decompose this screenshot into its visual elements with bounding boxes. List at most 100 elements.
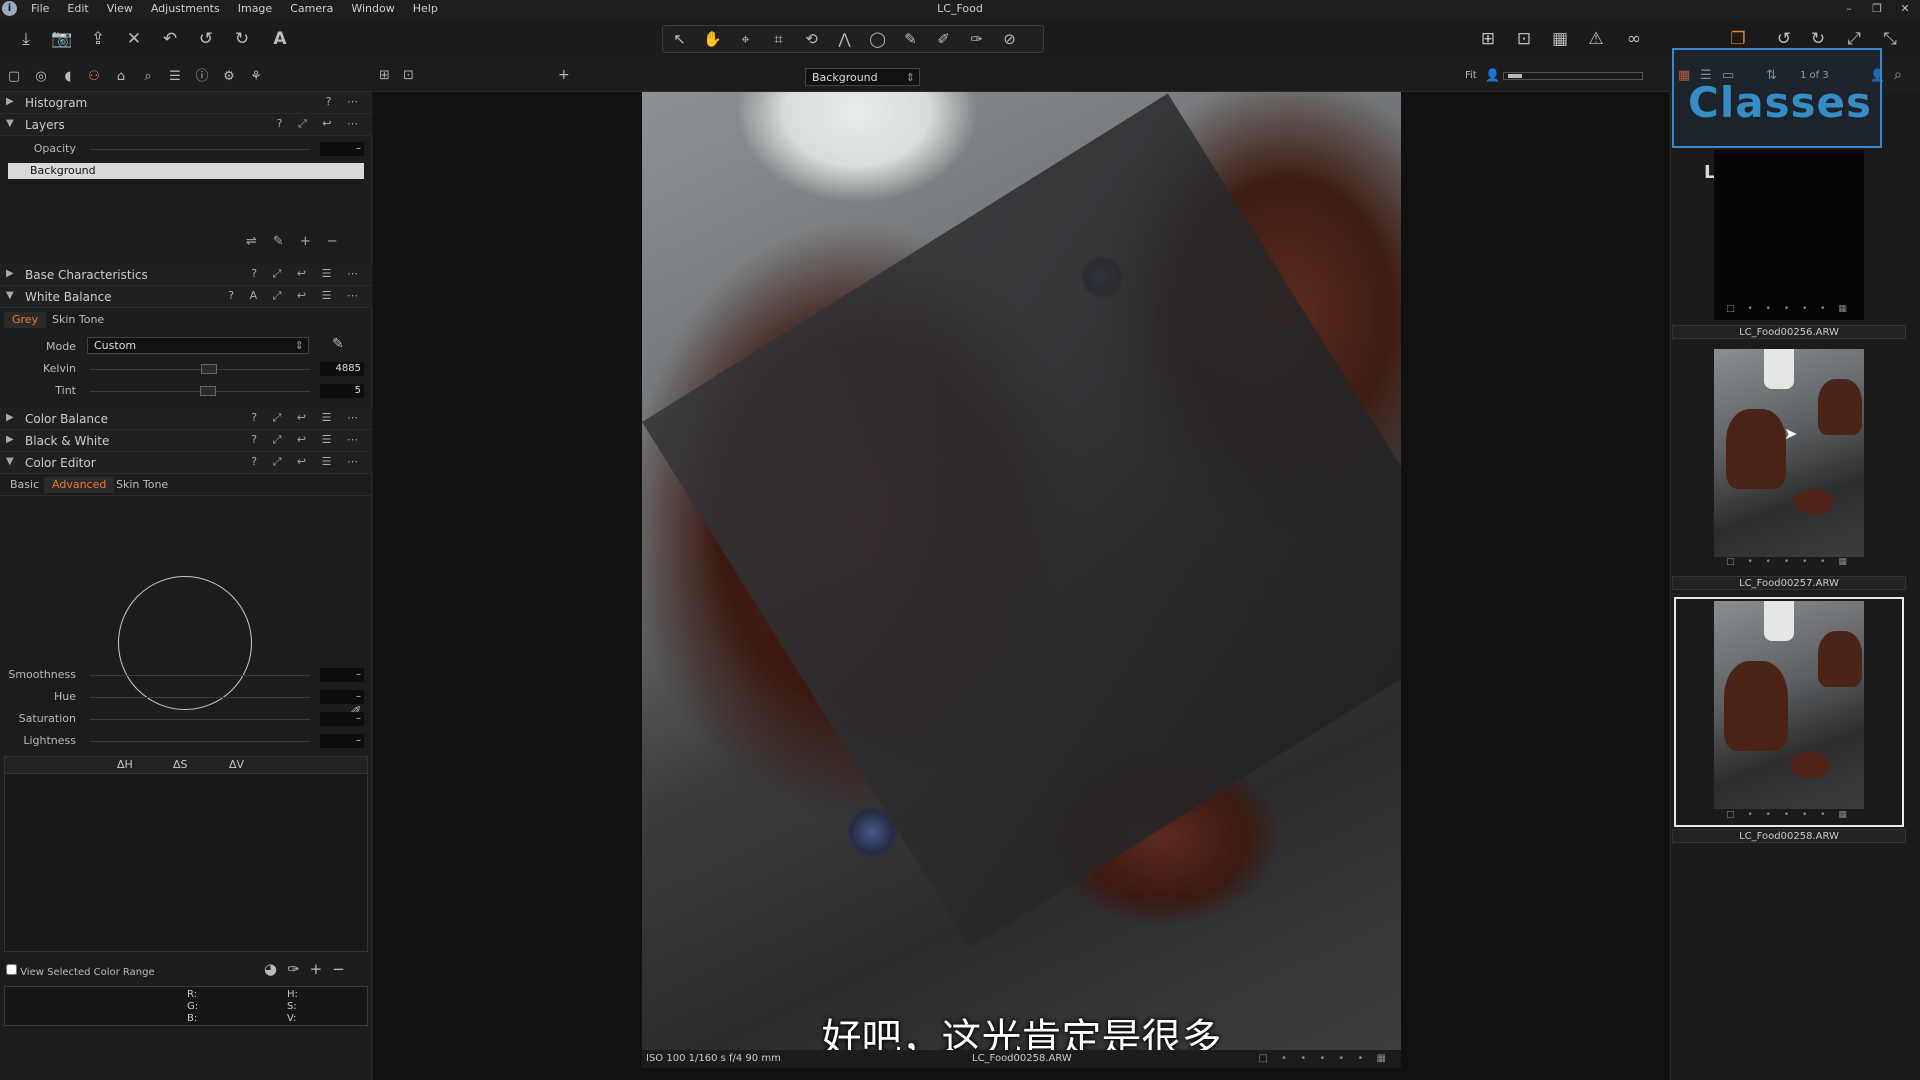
white-balance-header[interactable]: ▼ White Balance ? A ⤢ ↩ ☰ ⋯ xyxy=(0,286,372,308)
eyedropper-icon[interactable]: ✎ xyxy=(332,336,344,352)
thumbnail-image-2[interactable] xyxy=(1714,349,1864,557)
tab-advanced[interactable]: Advanced xyxy=(44,477,115,493)
loupe-tool-icon[interactable]: ⌖ xyxy=(729,26,762,52)
section-icons[interactable]: ? ⤢ ↩ ☰ ⋯ xyxy=(251,455,364,469)
glasses-icon[interactable]: ∞ xyxy=(1622,27,1646,51)
section-icons[interactable]: ? ⤢ ↩ ☰ ⋯ xyxy=(251,411,364,425)
delete-icon[interactable]: ✕ xyxy=(122,27,146,51)
process-icon[interactable]: ⇪ xyxy=(86,27,110,51)
single-layout-icon[interactable]: ⊡ xyxy=(403,68,414,83)
menu-help[interactable]: Help xyxy=(404,0,447,18)
menu-image[interactable]: Image xyxy=(229,0,281,18)
saturation-slider[interactable] xyxy=(90,719,310,720)
add-range-icon[interactable]: + xyxy=(310,960,333,978)
rating-dots[interactable]: □ • • • • • ▦ xyxy=(1259,1050,1391,1068)
variant-select[interactable]: Background ⇕ xyxy=(805,68,920,86)
menu-file[interactable]: File xyxy=(22,0,58,18)
text-icon[interactable]: A xyxy=(268,27,292,51)
select-tool-icon[interactable]: ↖ xyxy=(663,26,696,52)
output-tab-icon[interactable]: ⚙ xyxy=(219,68,239,86)
menu-edit[interactable]: Edit xyxy=(58,0,97,18)
search-icon[interactable]: ⌕ xyxy=(1894,67,1902,83)
view-range-checkbox[interactable] xyxy=(6,964,17,975)
eraser-tool-icon[interactable]: ✑ xyxy=(960,26,993,52)
pie-icon[interactable]: ◕ xyxy=(264,960,287,978)
exposure-tab-icon[interactable]: ⌂ xyxy=(111,68,131,86)
remove-layer-icon[interactable]: − xyxy=(327,234,354,249)
grid-overlay-icon[interactable]: ▦ xyxy=(1548,27,1572,51)
minimize-button[interactable]: – xyxy=(1838,0,1860,18)
tab-basic[interactable]: Basic xyxy=(2,477,47,493)
close-window-button[interactable]: ✕ xyxy=(1894,0,1916,18)
color-range-list[interactable]: ΔH ΔS ΔV xyxy=(4,756,368,952)
gradient-tool-icon[interactable]: ⊘ xyxy=(993,26,1026,52)
maximize-button[interactable]: ❐ xyxy=(1866,0,1888,18)
smoothness-value[interactable]: – xyxy=(320,668,364,682)
thumbnail-image-1[interactable] xyxy=(1714,150,1864,320)
hue-value[interactable]: – xyxy=(320,690,364,704)
kelvin-slider-thumb[interactable] xyxy=(201,364,217,374)
section-icons[interactable]: ? ⤢ ↩ ☰ ⋯ xyxy=(251,267,364,281)
opacity-slider[interactable] xyxy=(90,149,310,150)
adjustments-tab-icon[interactable]: ☰ xyxy=(165,68,185,86)
smoothness-slider[interactable] xyxy=(90,675,310,676)
thumbnail-rating-1[interactable]: □ • • • • • ▦ xyxy=(1714,304,1864,314)
black-white-header[interactable]: ▶ Black & White ? ⤢ ↩ ☰ ⋯ xyxy=(0,430,372,452)
tab-skin-tone[interactable]: Skin Tone xyxy=(44,312,112,328)
menu-camera[interactable]: Camera xyxy=(281,0,342,18)
redo-icon[interactable]: ↻ xyxy=(230,27,254,51)
preview-image[interactable] xyxy=(642,92,1401,1050)
crop-tool-icon[interactable]: ⌗ xyxy=(762,26,795,52)
layer-item-background[interactable]: Background xyxy=(8,163,364,179)
menu-window[interactable]: Window xyxy=(342,0,403,18)
grid-view-icon[interactable]: ⊞ xyxy=(1476,27,1500,51)
layer-brush-icon[interactable]: ✎ xyxy=(273,234,300,249)
import-icon[interactable]: ⤓ xyxy=(14,27,38,51)
menu-view[interactable]: View xyxy=(98,0,142,18)
lens-tab-icon[interactable]: ◖ xyxy=(58,68,78,86)
section-icons[interactable]: ? ⤢ ↩ ⋯ xyxy=(277,117,364,131)
menu-adjustments[interactable]: Adjustments xyxy=(142,0,229,18)
tint-value[interactable]: 5 xyxy=(320,384,364,398)
saturation-value[interactable]: – xyxy=(320,712,364,726)
opacity-value[interactable]: – xyxy=(320,142,364,156)
tab-skin-tone-editor[interactable]: Skin Tone xyxy=(108,477,176,493)
remove-range-icon[interactable]: − xyxy=(332,960,355,978)
proof-icon[interactable]: ⊡ xyxy=(1512,27,1536,51)
layer-swap-icon[interactable]: ⇌ xyxy=(246,234,273,249)
grid-layout-icon[interactable]: ⊞ xyxy=(379,68,390,83)
thumbnail-name-3[interactable]: LC_Food00258.ARW xyxy=(1672,829,1906,843)
pan-tool-icon[interactable]: ✋ xyxy=(696,26,729,52)
thumbnail-name-2[interactable]: LC_Food00257.ARW xyxy=(1672,576,1906,590)
tab-grey[interactable]: Grey xyxy=(4,312,47,328)
exposure-warning-icon[interactable]: ⚠ xyxy=(1584,27,1608,51)
capture-icon[interactable]: 📷 xyxy=(50,27,74,51)
thumbnail-image-3[interactable] xyxy=(1714,601,1864,809)
color-editor-header[interactable]: ▼ Color Editor ? ⤢ ↩ ☰ ⋯ xyxy=(0,452,372,474)
hue-slider[interactable] xyxy=(90,697,310,698)
mode-select[interactable]: Custom ⇕ xyxy=(87,337,309,354)
add-layer-icon[interactable]: + xyxy=(300,234,327,249)
picker-plus-icon[interactable]: ✑ xyxy=(287,960,310,978)
color-balance-header[interactable]: ▶ Color Balance ? ⤢ ↩ ☰ ⋯ xyxy=(0,408,372,430)
library-tab-icon[interactable]: ▢ xyxy=(4,68,24,86)
undo-icon[interactable]: ↺ xyxy=(194,27,218,51)
tint-slider-thumb[interactable] xyxy=(200,386,216,396)
styles-tab-icon[interactable]: ⚘ xyxy=(246,68,266,86)
color-tab-icon[interactable]: ⚇ xyxy=(84,68,104,86)
keystone-tool-icon[interactable]: ⋀ xyxy=(828,26,861,52)
rotate-tool-icon[interactable]: ⟲ xyxy=(795,26,828,52)
section-icons[interactable]: ? A ⤢ ↩ ☰ ⋯ xyxy=(228,289,364,303)
base-characteristics-header[interactable]: ▶ Base Characteristics ? ⤢ ↩ ☰ ⋯ xyxy=(0,264,372,286)
zoom-slider-thumb[interactable] xyxy=(1508,74,1522,78)
lightness-slider[interactable] xyxy=(90,741,310,742)
details-tab-icon[interactable]: ⌕ xyxy=(138,68,158,86)
thumbnail-rating-2[interactable]: □ • • • • • ▦ xyxy=(1714,557,1864,567)
zoom-slider[interactable] xyxy=(1503,72,1643,80)
color-wheel[interactable] xyxy=(118,576,252,710)
capture-tab-icon[interactable]: ◎ xyxy=(31,68,51,86)
spot-tool-icon[interactable]: ◯ xyxy=(861,26,894,52)
thumbnail-rating-3[interactable]: □ • • • • • ▦ xyxy=(1714,810,1864,820)
lightness-value[interactable]: – xyxy=(320,734,364,748)
section-icons[interactable]: ? ⋯ xyxy=(326,95,364,108)
